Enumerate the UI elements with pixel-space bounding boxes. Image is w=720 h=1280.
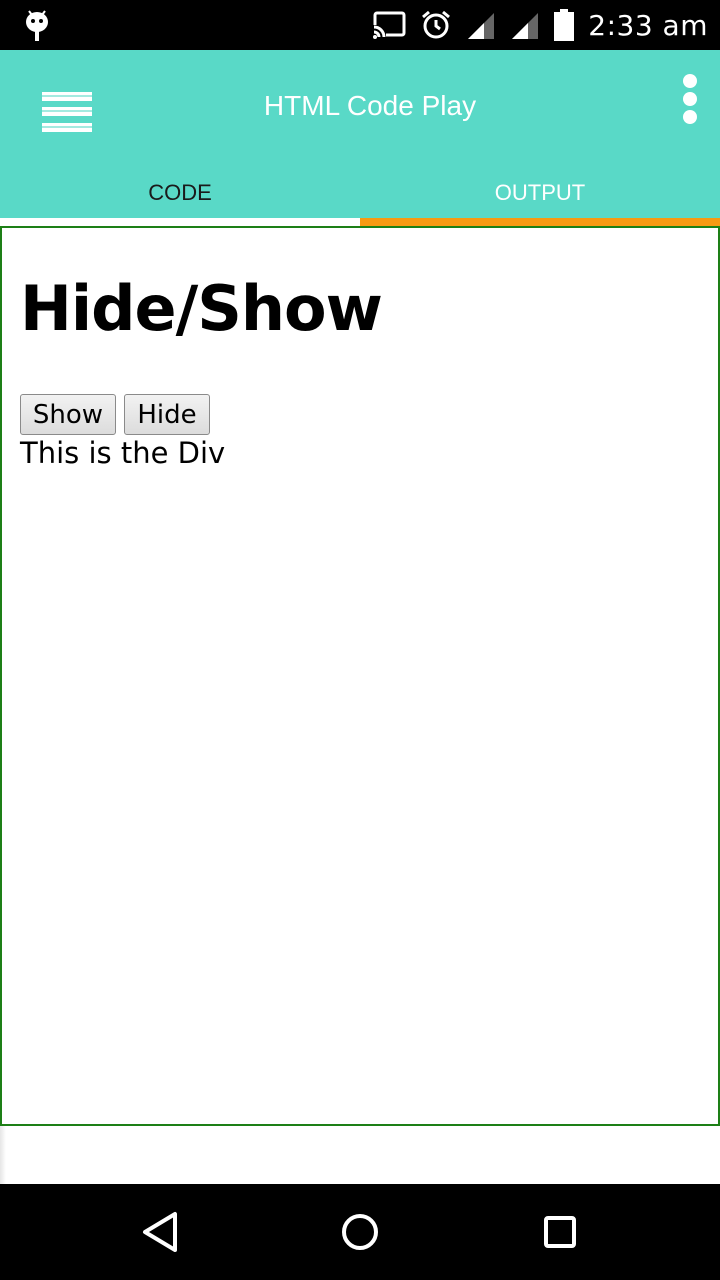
status-icons: 2:33 am — [372, 0, 708, 50]
back-icon[interactable] — [130, 1208, 190, 1256]
app-title: HTML Code Play — [263, 90, 477, 121]
cast-icon — [372, 11, 406, 39]
android-debug-icon — [26, 10, 48, 41]
status-time: 2:33 am — [588, 8, 708, 42]
signal-icon — [468, 13, 495, 39]
left-edge-shade — [0, 1126, 6, 1184]
tab-code[interactable]: CODE — [0, 160, 360, 226]
home-icon[interactable] — [330, 1208, 390, 1256]
output-div-text: This is the Div — [20, 436, 226, 470]
tab-underline-code — [0, 218, 360, 226]
status-bar: 2:33 am — [0, 0, 720, 50]
recents-icon[interactable] — [530, 1208, 590, 1256]
navigation-bar — [0, 1184, 720, 1280]
show-button[interactable]: Show — [20, 394, 116, 435]
battery-icon — [554, 9, 575, 41]
signal-icon-2 — [512, 13, 539, 39]
hide-button[interactable]: Hide — [124, 394, 210, 435]
alarm-icon — [422, 10, 451, 39]
output-frame: Hide/Show Show Hide This is the Div — [0, 226, 720, 1126]
output-heading: Hide/Show — [20, 272, 383, 345]
more-options-icon[interactable] — [676, 72, 704, 128]
tab-output[interactable]: OUTPUT — [360, 160, 720, 226]
tab-indicator-output — [360, 218, 720, 226]
app-bar: HTML Code Play CODE OUTPUT — [0, 50, 720, 226]
